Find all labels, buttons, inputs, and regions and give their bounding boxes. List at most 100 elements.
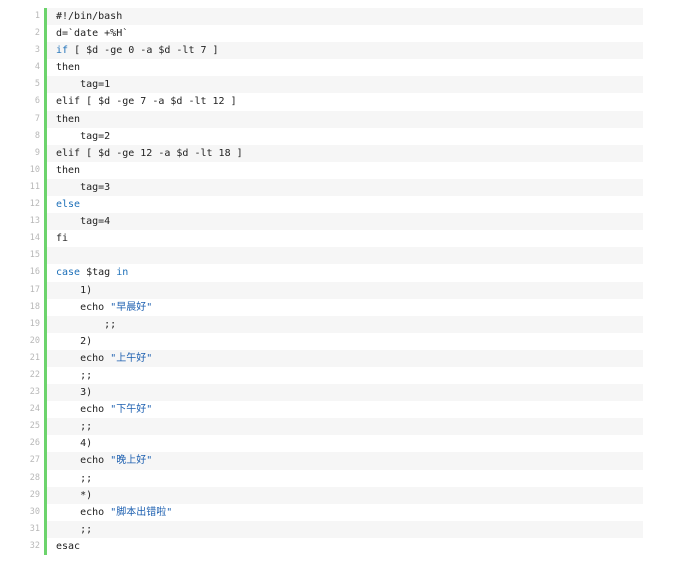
code-token: 1): [56, 284, 93, 296]
code-text: then: [47, 59, 643, 77]
code-line: 13 tag=4: [18, 213, 643, 231]
code-token: echo: [56, 455, 111, 467]
code-line: 21 echo "上午好": [18, 349, 643, 367]
line-number: 13: [18, 213, 44, 231]
code-text: esac: [47, 537, 643, 555]
line-number: 5: [18, 76, 44, 94]
code-text: ;;: [47, 469, 643, 487]
code-token: then: [56, 62, 81, 74]
line-number: 15: [18, 247, 44, 265]
code-line: 2 d=`date +%H`: [18, 25, 643, 43]
code-token: esac: [56, 540, 81, 552]
code-line: 6 elif [ $d -ge 7 -a $d -lt 12 ]: [18, 93, 643, 111]
code-text: then: [47, 110, 643, 128]
code-token: 2): [56, 335, 93, 347]
code-token: ;;: [56, 421, 93, 433]
code-text: d=`date +%H`: [47, 25, 643, 43]
line-number: 12: [18, 196, 44, 214]
code-text: tag=3: [47, 178, 643, 197]
code-text: ;;: [47, 418, 643, 436]
line-number: 31: [18, 520, 44, 538]
code-token: 4): [56, 438, 93, 450]
code-line: 18 echo "早晨好": [18, 298, 643, 316]
code-string: "脚本出错啦": [110, 506, 173, 518]
code-string: "晚上好": [110, 455, 153, 467]
code-token: [ $d -ge 0 -a $d -lt 7 ]: [68, 45, 219, 57]
line-number: 22: [18, 366, 44, 385]
code-keyword: else: [56, 199, 81, 211]
line-number: 1: [18, 8, 44, 26]
code-text: ;;: [47, 315, 643, 333]
code-text: if [ $d -ge 0 -a $d -lt 7 ]: [47, 42, 643, 60]
code-text: 3): [47, 384, 643, 402]
code-token: echo: [56, 404, 111, 416]
line-number: 32: [18, 537, 44, 555]
line-number: 9: [18, 144, 44, 162]
code-line: 29 *): [18, 486, 643, 504]
code-line: 23 3): [18, 384, 643, 402]
line-number: 3: [18, 42, 44, 60]
code-string: "上午好": [110, 352, 153, 364]
code-text: *): [47, 486, 643, 504]
code-line: 30 echo "脚本出错啦": [18, 503, 643, 521]
code-token: echo: [56, 301, 111, 313]
code-token: tag=4: [56, 216, 111, 228]
code-line: 7 then: [18, 110, 643, 128]
code-line: 20 2): [18, 332, 643, 350]
line-number: 10: [18, 161, 44, 179]
code-text: ;;: [47, 520, 643, 538]
line-number: 26: [18, 435, 44, 453]
code-line: 5 tag=1: [18, 76, 643, 94]
code-line: 17 1): [18, 281, 643, 299]
code-line: 15: [18, 247, 643, 265]
code-token: #!/bin/bash: [56, 11, 123, 22]
code-line: 16 case $tag in: [18, 264, 643, 282]
code-token: d=`date +%H`: [56, 28, 129, 40]
code-line: 27 echo "晚上好": [18, 452, 643, 470]
code-line: 26 4): [18, 435, 643, 453]
code-text: then: [47, 161, 643, 179]
code-keyword: if: [56, 45, 69, 57]
code-line: 8 tag=2: [18, 127, 643, 145]
code-token: tag=3: [56, 181, 111, 193]
code-text: [47, 247, 643, 265]
line-number: 19: [18, 315, 44, 333]
code-line: 31 ;;: [18, 520, 643, 538]
code-line: 12 else: [18, 196, 643, 214]
code-text: elif [ $d -ge 12 -a $d -lt 18 ]: [47, 144, 643, 162]
line-number: 18: [18, 298, 44, 316]
code-text: ;;: [47, 366, 643, 385]
line-number: 24: [18, 401, 44, 419]
code-line: 28 ;;: [18, 469, 643, 487]
code-text: elif [ $d -ge 7 -a $d -lt 12 ]: [47, 93, 643, 111]
line-number: 6: [18, 93, 44, 111]
code-text: tag=2: [47, 127, 643, 145]
line-number: 7: [18, 110, 44, 128]
code-token: fi: [56, 233, 69, 245]
line-number: 30: [18, 503, 44, 521]
line-number: 28: [18, 469, 44, 487]
code-text: tag=4: [47, 213, 643, 231]
code-line: 3 if [ $d -ge 0 -a $d -lt 7 ]: [18, 42, 643, 60]
line-number: 8: [18, 127, 44, 145]
code-line: 4 then: [18, 59, 643, 77]
code-string: "下午好": [110, 404, 153, 416]
line-number: 21: [18, 349, 44, 367]
line-number: 25: [18, 418, 44, 436]
code-line: 9 elif [ $d -ge 12 -a $d -lt 18 ]: [18, 144, 643, 162]
code-token: then: [56, 164, 81, 176]
code-text: tag=1: [47, 76, 643, 94]
code-token: elif [ $d -ge 7 -a $d -lt 12 ]: [56, 96, 237, 108]
code-text: echo "脚本出错啦": [47, 503, 643, 521]
code-string: "早晨好": [110, 301, 153, 313]
code-token: *): [56, 489, 93, 501]
code-block: 1 #!/bin/bash 2 d=`date +%H` 3 if [ $d -ge 0 …: [18, 8, 643, 555]
code-line: 24 echo "下午好": [18, 401, 643, 419]
line-number: 23: [18, 384, 44, 402]
code-token: tag=2: [56, 130, 111, 142]
code-text: #!/bin/bash: [47, 8, 643, 26]
code-token: ;;: [56, 369, 93, 381]
code-keyword: case: [56, 267, 81, 279]
code-line: 22 ;;: [18, 366, 643, 385]
line-number: 27: [18, 452, 44, 470]
